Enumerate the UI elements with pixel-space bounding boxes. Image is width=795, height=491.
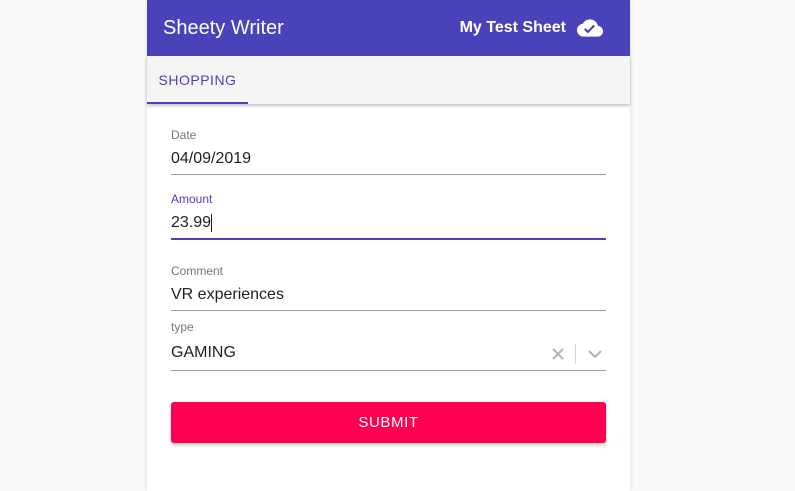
date-field: Date xyxy=(171,128,606,176)
submit-button[interactable]: SUBMIT xyxy=(171,402,606,443)
dropdown-toggle[interactable] xyxy=(584,343,606,365)
type-field: type GAMING xyxy=(171,320,606,372)
select-separator xyxy=(575,344,576,364)
amount-label: Amount xyxy=(171,192,213,206)
sheet-name: My Test Sheet xyxy=(459,19,566,36)
comment-field: Comment xyxy=(171,264,606,312)
chevron-down-icon xyxy=(588,350,602,358)
cloud-done-icon xyxy=(577,19,603,37)
tab-shopping[interactable]: SHOPPING xyxy=(147,56,248,104)
app-title: Sheety Writer xyxy=(163,17,284,39)
tab-bar: SHOPPING xyxy=(147,56,630,104)
close-icon xyxy=(552,348,564,360)
amount-field: Amount xyxy=(171,192,606,240)
tab-label: SHOPPING xyxy=(158,72,237,88)
comment-input[interactable] xyxy=(171,284,606,306)
amount-underline xyxy=(171,238,606,240)
comment-label: Comment xyxy=(171,264,224,278)
cloud-sync-button[interactable] xyxy=(575,15,605,41)
date-input[interactable] xyxy=(171,148,606,170)
date-label: Date xyxy=(171,128,197,142)
type-select-value[interactable]: GAMING xyxy=(171,344,236,362)
tab-active-indicator xyxy=(147,102,248,104)
app-bar: Sheety Writer My Test Sheet xyxy=(147,0,630,56)
app-card: Sheety Writer My Test Sheet SHOPPING Dat… xyxy=(147,0,630,491)
comment-underline xyxy=(171,310,606,311)
select-controls xyxy=(547,343,606,365)
clear-selection-button[interactable] xyxy=(547,343,569,365)
date-underline xyxy=(171,174,606,175)
amount-input[interactable] xyxy=(171,212,606,234)
text-caret xyxy=(211,214,212,232)
type-label: type xyxy=(171,320,194,334)
type-underline xyxy=(171,370,606,371)
